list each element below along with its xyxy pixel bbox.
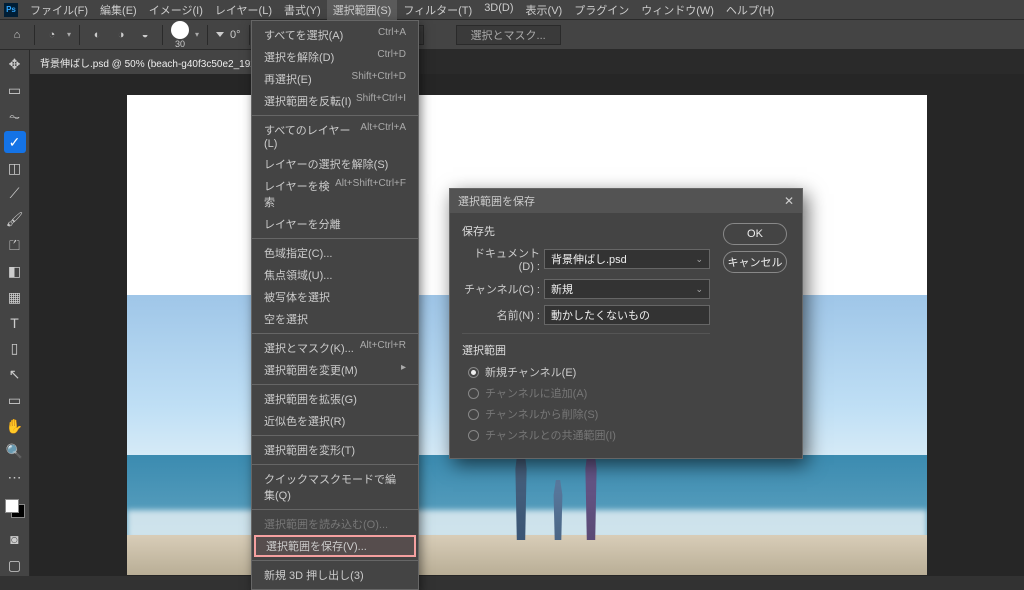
menu-11[interactable]: ヘルプ(H) bbox=[720, 0, 780, 20]
menu-item[interactable]: 焦点領域(U)... bbox=[252, 264, 418, 286]
menu-item[interactable]: 新規 3D 押し出し(3) bbox=[252, 564, 418, 586]
brush-tool[interactable]: 🖌 bbox=[4, 209, 26, 231]
menu-item[interactable]: 選択を解除(D)Ctrl+D bbox=[252, 46, 418, 68]
more-tools[interactable]: ⋯ bbox=[4, 467, 26, 489]
menu-item[interactable]: 選択範囲を変形(T) bbox=[252, 439, 418, 461]
marquee-tool[interactable]: ▭ bbox=[4, 80, 26, 102]
menu-item[interactable]: レイヤーを検索Alt+Shift+Ctrl+F bbox=[252, 175, 418, 213]
document-select[interactable]: 背景伸ばし.psd⌄ bbox=[544, 249, 710, 269]
lasso-tool[interactable]: ⏦ bbox=[4, 106, 26, 128]
menu-item[interactable]: 選択範囲を変更(M)▸ bbox=[252, 359, 418, 381]
menu-item[interactable]: 選択範囲を拡張(G) bbox=[252, 388, 418, 410]
crop-tool[interactable]: ◫ bbox=[4, 157, 26, 179]
quickselect-icon[interactable]: ◔ bbox=[43, 26, 61, 44]
menu-item: 選択範囲を読み込む(O)... bbox=[252, 513, 418, 535]
new-select-icon[interactable]: ◒ bbox=[136, 26, 154, 44]
type-tool[interactable]: T bbox=[4, 312, 26, 334]
name-input[interactable]: 動かしたくないもの bbox=[544, 305, 710, 325]
menu-9[interactable]: プラグイン bbox=[568, 0, 635, 20]
channel-label: チャンネル(C) : bbox=[462, 281, 540, 297]
radio-option: チャンネルとの共通範囲(I) bbox=[462, 427, 710, 443]
ok-button[interactable]: OK bbox=[723, 223, 787, 245]
home-icon[interactable]: ⌂ bbox=[8, 26, 26, 44]
menu-item[interactable]: 被写体を選択 bbox=[252, 286, 418, 308]
menu-item[interactable]: すべてを選択(A)Ctrl+A bbox=[252, 24, 418, 46]
radio-option: チャンネルに追加(A) bbox=[462, 385, 710, 401]
menu-item[interactable]: 色域指定(C)... bbox=[252, 242, 418, 264]
menu-item[interactable]: 選択とマスク(K)...Alt+Ctrl+R bbox=[252, 337, 418, 359]
path-tool[interactable]: ↖ bbox=[4, 364, 26, 386]
close-icon[interactable]: ✕ bbox=[784, 194, 794, 208]
hand-tool[interactable]: ✋ bbox=[4, 415, 26, 437]
menu-item[interactable]: 選択範囲を保存(V)... bbox=[254, 535, 416, 557]
menu-item[interactable]: クイックマスクモードで編集(Q) bbox=[252, 468, 418, 506]
angle-icon[interactable] bbox=[216, 32, 224, 37]
document-label: ドキュメント(D) : bbox=[462, 245, 540, 273]
eyedropper-tool[interactable]: ⟋ bbox=[4, 183, 26, 205]
menubar: Ps ファイル(F)編集(E)イメージ(I)レイヤー(L)書式(Y)選択範囲(S… bbox=[0, 0, 1024, 20]
pen-tool[interactable]: ▯ bbox=[4, 338, 26, 360]
menu-item[interactable]: 近似色を選択(R) bbox=[252, 410, 418, 432]
options-bar: ⌂ ◔ ▾ ◐ ◑ ◒ 30 ▾ 0° ▱ 被写体を選択 選択とマスク... bbox=[0, 20, 1024, 50]
save-selection-dialog: 選択範囲を保存 ✕ 保存先 ドキュメント(D) : 背景伸ばし.psd⌄ チャン… bbox=[449, 188, 803, 459]
menu-2[interactable]: イメージ(I) bbox=[143, 0, 209, 20]
radio-option[interactable]: 新規チャンネル(E) bbox=[462, 364, 710, 380]
add-select-icon[interactable]: ◐ bbox=[88, 26, 106, 44]
menu-item[interactable]: すべてのレイヤー(L)Alt+Ctrl+A bbox=[252, 119, 418, 153]
brush-preview[interactable] bbox=[171, 21, 189, 39]
app-icon: Ps bbox=[4, 3, 18, 17]
menu-item[interactable]: レイヤーを分離 bbox=[252, 213, 418, 235]
menu-3[interactable]: レイヤー(L) bbox=[209, 0, 278, 20]
clone-tool[interactable]: ⏍ bbox=[4, 235, 26, 257]
menu-1[interactable]: 編集(E) bbox=[94, 0, 143, 20]
menu-7[interactable]: 3D(D) bbox=[478, 0, 519, 20]
menu-8[interactable]: 表示(V) bbox=[520, 0, 569, 20]
menu-5[interactable]: 選択範囲(S) bbox=[327, 0, 398, 20]
select-menu-dropdown: すべてを選択(A)Ctrl+A選択を解除(D)Ctrl+D再選択(E)Shift… bbox=[251, 20, 419, 590]
select-mask-button[interactable]: 選択とマスク... bbox=[456, 25, 561, 45]
channel-select[interactable]: 新規⌄ bbox=[544, 279, 710, 299]
color-swatches[interactable] bbox=[5, 499, 25, 519]
destination-label: 保存先 bbox=[462, 223, 710, 239]
screenmode-tool[interactable]: ▢ bbox=[4, 554, 26, 576]
menu-item[interactable]: 選択範囲を反転(I)Shift+Ctrl+I bbox=[252, 90, 418, 112]
dialog-title: 選択範囲を保存 bbox=[458, 193, 535, 209]
tools-panel: ✥ ▭ ⏦ ✓ ◫ ⟋ 🖌 ⏍ ◧ ▦ T ▯ ↖ ▭ ✋ 🔍 ⋯ ◙ ▢ bbox=[0, 50, 30, 576]
cancel-button[interactable]: キャンセル bbox=[723, 251, 787, 273]
move-tool[interactable]: ✥ bbox=[4, 54, 26, 76]
quickmask-tool[interactable]: ◙ bbox=[4, 528, 26, 550]
menu-6[interactable]: フィルター(T) bbox=[397, 0, 478, 20]
shape-tool[interactable]: ▭ bbox=[4, 389, 26, 411]
radio-option: チャンネルから削除(S) bbox=[462, 406, 710, 422]
menu-item[interactable]: 再選択(E)Shift+Ctrl+D bbox=[252, 68, 418, 90]
document-tabs: 背景伸ばし.psd @ 50% (beach-g40f3c50e2_1920..… bbox=[30, 50, 1024, 74]
eraser-tool[interactable]: ◧ bbox=[4, 260, 26, 282]
document-tab-title: 背景伸ばし.psd @ 50% (beach-g40f3c50e2_1920..… bbox=[40, 55, 270, 70]
brush-size: 30 bbox=[175, 39, 185, 49]
menu-item[interactable]: レイヤーの選択を解除(S) bbox=[252, 153, 418, 175]
sub-select-icon[interactable]: ◑ bbox=[112, 26, 130, 44]
menu-0[interactable]: ファイル(F) bbox=[24, 0, 94, 20]
menu-4[interactable]: 書式(Y) bbox=[278, 0, 327, 20]
range-label: 選択範囲 bbox=[462, 342, 710, 358]
quickselect-tool[interactable]: ✓ bbox=[4, 131, 26, 153]
name-label: 名前(N) : bbox=[462, 307, 540, 323]
zoom-tool[interactable]: 🔍 bbox=[4, 441, 26, 463]
menu-item[interactable]: 空を選択 bbox=[252, 308, 418, 330]
dialog-titlebar[interactable]: 選択範囲を保存 ✕ bbox=[450, 189, 802, 213]
gradient-tool[interactable]: ▦ bbox=[4, 286, 26, 308]
menu-10[interactable]: ウィンドウ(W) bbox=[635, 0, 720, 20]
